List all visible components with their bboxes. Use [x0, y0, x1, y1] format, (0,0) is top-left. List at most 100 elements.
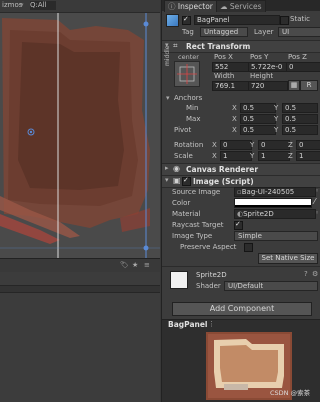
divider — [162, 266, 320, 267]
layers-icon[interactable]: ≡ — [144, 261, 150, 269]
anchors-label: Anchors — [174, 94, 203, 102]
anchor-max-label: Max — [186, 115, 201, 123]
source-image-field[interactable]: ▫Bag-UI-240505 — [234, 187, 316, 197]
preview-title: BagPanel — [168, 320, 208, 329]
eyedropper-icon[interactable]: ⁄ — [314, 197, 315, 206]
pos-z-label: Pos Z — [288, 53, 307, 61]
tag-dropdown[interactable]: Untagged — [200, 27, 248, 37]
scale-z-field[interactable]: 1 — [296, 151, 320, 161]
anchor-min-x-field[interactable]: 0.5 — [240, 103, 276, 113]
tab-inspector[interactable]: ⓘ Inspector — [164, 0, 217, 12]
scene-view[interactable]: izmos ▾ Q:All — [0, 0, 160, 265]
anchor-min-y-field[interactable]: 0.5 — [282, 103, 318, 113]
anchor-max-x-label: X — [232, 115, 237, 123]
image-script-title: Image (Script) — [193, 177, 254, 186]
anchor-preset-side-label: middle — [164, 45, 171, 67]
add-component-button[interactable]: Add Component — [172, 302, 312, 316]
blueprint-mode-button[interactable]: ▦ — [288, 80, 300, 91]
pivot-y-label: Y — [274, 126, 279, 134]
rotation-z-field[interactable]: 0 — [296, 140, 320, 150]
canvas-renderer-title: Canvas Renderer — [186, 165, 259, 174]
rotation-y-field[interactable]: 0 — [258, 140, 290, 150]
anchors-foldout-icon[interactable]: ▾ — [166, 94, 170, 102]
label-icon[interactable]: 🏷 — [120, 261, 129, 269]
image-enabled-checkbox[interactable] — [182, 176, 191, 186]
static-checkbox[interactable] — [280, 16, 289, 25]
layer-label: Layer — [254, 28, 274, 36]
material-field[interactable]: ◐Sprite2D — [234, 209, 316, 219]
raycast-target-checkbox[interactable] — [234, 220, 243, 230]
color-label: Color — [172, 199, 191, 207]
shader-label: Shader — [196, 282, 221, 290]
star-icon[interactable]: ★ — [132, 261, 138, 269]
pivot-x-label: X — [232, 126, 237, 134]
pivot-y-field[interactable]: 0.5 — [282, 125, 318, 135]
color-field[interactable] — [234, 198, 312, 208]
image-type-dropdown[interactable]: Simple — [234, 231, 318, 241]
scale-label: Scale — [174, 152, 193, 160]
pos-x-label: Pos X — [214, 53, 233, 61]
static-label: Static — [290, 15, 311, 23]
object-picker-icon[interactable]: ◦ — [315, 187, 319, 195]
help-icon[interactable]: ? — [304, 270, 308, 278]
inspector-panel: ⓘ Inspector ☁ Services BagPanel Static T… — [161, 0, 320, 402]
eye-icon: ◉ — [173, 164, 180, 173]
layer-dropdown[interactable]: UI — [278, 27, 320, 37]
height-field[interactable]: 720 — [248, 81, 288, 91]
scale-y-label: Y — [250, 152, 255, 160]
rotation-y-label: Y — [250, 141, 255, 149]
tab-services[interactable]: ☁ Services — [216, 0, 266, 12]
height-label: Height — [250, 72, 274, 80]
scale-x-field[interactable]: 1 — [220, 151, 252, 161]
raw-edit-button[interactable]: R — [300, 80, 318, 91]
set-native-size-button[interactable]: Set Native Size — [258, 253, 318, 264]
width-field[interactable]: 769.1 — [212, 81, 250, 91]
active-checkbox[interactable] — [182, 15, 191, 25]
foldout-arrow-icon[interactable]: ▾ — [165, 176, 169, 184]
tag-label: Tag — [182, 28, 194, 36]
pos-y-field[interactable]: 5.722e-0 — [248, 62, 288, 72]
material-value: Sprite2D — [243, 210, 274, 218]
object-picker-icon[interactable]: ◦ — [315, 209, 319, 217]
width-label: Width — [214, 72, 235, 80]
material-preview-swatch — [170, 271, 188, 289]
anchor-max-y-field[interactable]: 0.5 — [282, 114, 318, 124]
pos-y-label: Pos Y — [250, 53, 269, 61]
pos-z-field[interactable]: 0 — [286, 62, 320, 72]
anchor-max-y-label: Y — [274, 115, 279, 123]
rotation-x-label: X — [212, 141, 217, 149]
source-image-label: Source Image — [172, 188, 221, 196]
anchor-preset-button[interactable] — [174, 61, 200, 87]
pivot-x-field[interactable]: 0.5 — [240, 125, 276, 135]
anchor-max-x-field[interactable]: 0.5 — [240, 114, 276, 124]
alpha-bar — [235, 205, 311, 207]
material-name: Sprite2D — [196, 271, 227, 279]
shader-dropdown[interactable]: UI/Default — [224, 281, 318, 291]
scale-y-field[interactable]: 1 — [258, 151, 290, 161]
watermark: CSDN @索茶 — [270, 389, 311, 397]
project-divider — [0, 285, 160, 293]
rect-transform-icon: ⌗ — [173, 41, 178, 50]
preserve-aspect-label: Preserve Aspect — [180, 243, 237, 251]
anchor-min-x-label: X — [232, 104, 237, 112]
rect-transform-title: Rect Transform — [186, 42, 251, 51]
scene-search-input[interactable]: Q:All — [30, 1, 56, 10]
image-type-label: Image Type — [172, 232, 213, 240]
info-icon: ⓘ — [168, 2, 178, 11]
scene-toolbar: izmos ▾ Q:All — [0, 0, 160, 13]
tab-inspector-label: Inspector — [177, 2, 213, 11]
source-image-value: Bag-UI-240505 — [241, 188, 295, 196]
anchor-preset-top-label: center — [178, 53, 199, 61]
object-name-field[interactable]: BagPanel — [194, 15, 280, 25]
chevron-down-icon: ▾ — [20, 1, 24, 9]
foldout-arrow-icon[interactable]: ▸ — [165, 164, 169, 172]
cloud-icon: ☁ — [220, 2, 230, 11]
rotation-x-field[interactable]: 0 — [220, 140, 252, 150]
material-label: Material — [172, 210, 201, 218]
pos-x-field[interactable]: 552 — [212, 62, 250, 72]
preview-menu-icon[interactable]: ⋮ — [208, 320, 215, 328]
gear-icon[interactable]: ⚙ — [312, 270, 318, 278]
rotation-z-label: Z — [288, 141, 293, 149]
pivot-label: Pivot — [174, 126, 192, 134]
preserve-aspect-checkbox[interactable] — [244, 243, 253, 252]
